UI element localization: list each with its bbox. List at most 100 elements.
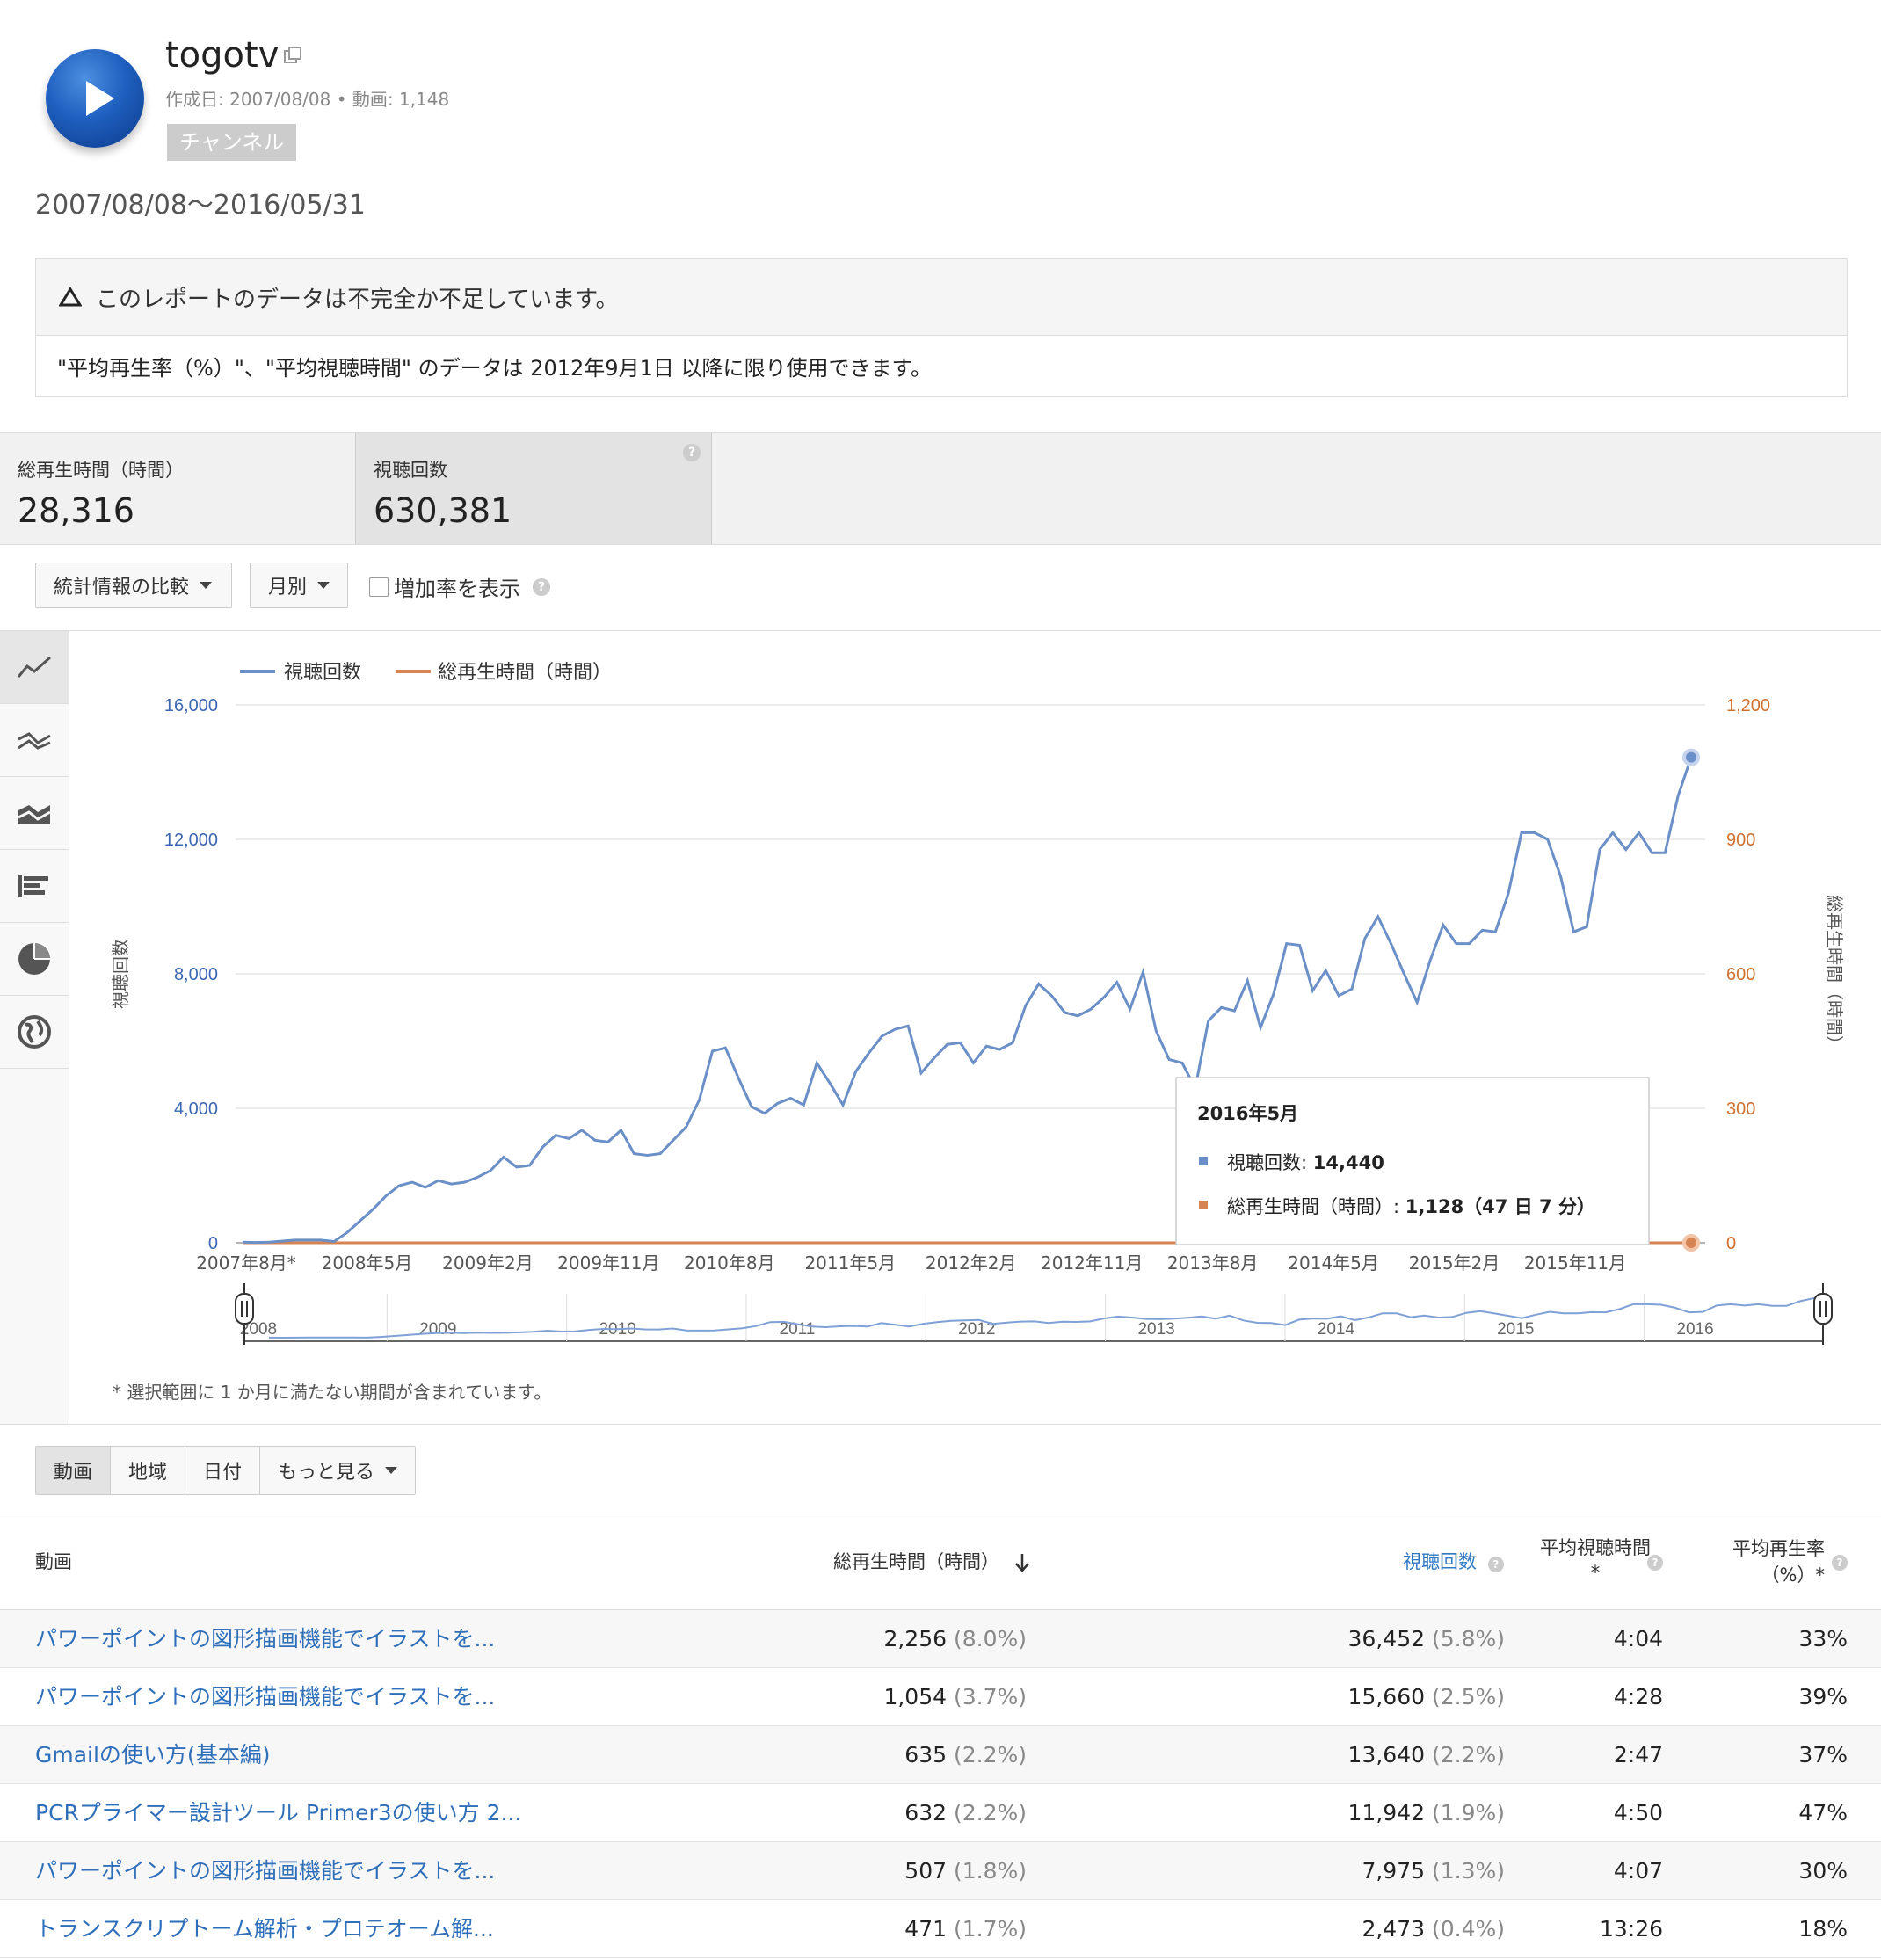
range-handle[interactable] [1813,1293,1833,1325]
y-left-tick-label: 0 [208,1234,218,1253]
tooltip-row: 視聴回数: 14,440 [1227,1152,1384,1173]
chart-tooltip: 2016年5月視聴回数: 14,440 総再生時間（時間）: 1,128（47 日… [1175,1077,1650,1245]
watch-time-cell: 471 (1.7%) [791,1900,1027,1957]
y-right-tick-label: 600 [1726,965,1755,984]
views-cell: 11,942 (1.9%) [1231,1784,1505,1841]
warning-header: このレポートのデータは不完全か不足しています。 [36,259,1847,336]
video-title-link[interactable]: Gmailの使い方(基本編) [35,1726,270,1783]
col-video[interactable]: 動画 [35,1548,72,1574]
x-tick-label: 2015年2月 [1409,1252,1500,1274]
overview-year-label: 2014 [1318,1320,1355,1339]
metric-watch-time[interactable]: 総再生時間（時間） 28,316 [0,433,355,544]
table-row[interactable]: PCRプライマー設計ツール Primer3の使い方 2... 632 (2.2%)… [0,1784,1881,1842]
legend-label: 総再生時間（時間） [438,662,612,684]
channel-name[interactable]: togotv [165,35,279,76]
overview-year-label: 2016 [1676,1320,1713,1339]
y-right-axis-title: 総再生時間（時間） [1824,895,1845,1053]
channel-badge: チャンネル [167,124,297,161]
help-icon[interactable]: ? [1832,1555,1848,1571]
date-range: 2007/08/08〜2016/05/31 [35,190,366,221]
table-body: パワーポイントの図形描画機能でイラストを... 2,256 (8.0%) 36,45… [0,1610,1881,1958]
tooltip-row: 総再生時間（時間）: 1,128（47 日 7 分） [1227,1196,1595,1217]
table-row[interactable]: トランスクリプトーム解析・プロテオーム解... 471 (1.7%) 2,473 (… [0,1900,1881,1958]
help-icon[interactable]: ? [683,444,701,461]
views-value: 13,640 [1347,1742,1426,1768]
y-left-tick-label: 4,000 [174,1100,218,1119]
views-percent: (1.9%) [1431,1800,1505,1826]
line-chart-icon [17,656,51,678]
overview-year-label: 2013 [1137,1320,1174,1339]
x-tick-label: 2007年8月* [196,1252,296,1274]
video-title-link[interactable]: パワーポイントの図形描画機能でイラストを... [35,1610,495,1667]
metric-label: 視聴回数 [374,460,447,481]
table-row[interactable]: パワーポイントの図形描画機能でイラストを... 2,256 (8.0%) 36,45… [0,1610,1881,1668]
views-cell: 15,660 (2.5%) [1231,1668,1505,1725]
video-title-link[interactable]: パワーポイントの図形描画機能でイラストを... [35,1842,495,1899]
multi-line-chart-tool[interactable] [0,704,69,777]
map-chart-tool[interactable] [0,996,69,1069]
play-icon [86,81,114,116]
y-right-tick-label: 1,200 [1726,696,1770,715]
chevron-down-icon [385,1467,398,1474]
video-title-link[interactable]: パワーポイントの図形描画機能でイラストを... [35,1668,495,1725]
watch-time-cell: 632 (2.2%) [791,1784,1027,1841]
analytics-chart[interactable]: 16,000 1,200 12,000 900 8,000 600 4,000 300 0 0 視聴… [69,631,1881,1422]
tooltip-title: 2016年5月 [1197,1103,1298,1124]
metric-views[interactable]: 視聴回数 630,381 ? [355,433,712,544]
tab-geography[interactable]: 地域 [111,1447,186,1494]
tooltip-swatch [1199,1157,1208,1165]
avg-percent-cell: 37% [1798,1742,1848,1768]
col-views[interactable]: 視聴回数 ? [1403,1548,1504,1574]
table-row[interactable]: パワーポイントの図形描画機能でイラストを... 1,054 (3.7%) 15,66… [0,1668,1881,1726]
video-title-link[interactable]: トランスクリプトーム解析・プロテオーム解... [35,1900,494,1957]
col-watch-time[interactable]: 総再生時間（時間） [833,1548,1032,1574]
views-value: 36,452 [1347,1626,1426,1651]
views-percent: (5.8%) [1431,1626,1505,1651]
bar-chart-tool[interactable] [0,850,69,923]
watch-time-value: 635 [904,1742,948,1768]
range-handle[interactable] [235,1293,254,1325]
area-chart-tool[interactable] [0,777,69,850]
period-select[interactable]: 月別 [250,563,348,608]
bar-chart-icon [18,875,48,897]
tab-more-label: もっと見る [278,1462,375,1484]
x-tick-label: 2013年8月 [1167,1252,1259,1274]
tooltip-swatch [1199,1201,1208,1209]
x-tick-label: 2009年2月 [442,1252,534,1274]
help-icon[interactable]: ? [533,577,550,596]
views-cell: 7,975 (1.3%) [1231,1842,1505,1899]
pie-chart-tool[interactable] [0,923,69,996]
views-percent: (0.4%) [1431,1916,1505,1942]
growth-rate-toggle[interactable]: 増加率を表示 ? [369,571,550,602]
tab-more[interactable]: もっと見る [260,1447,416,1494]
compare-metrics-button[interactable]: 統計情報の比較 [35,563,232,608]
data-warning: このレポートのデータは不完全か不足しています。 "平均再生率（%）"、"平均視聴… [35,258,1848,397]
tab-date[interactable]: 日付 [185,1447,261,1494]
col-views-label: 視聴回数 [1403,1551,1477,1572]
help-icon[interactable]: ? [1647,1555,1663,1571]
external-link-icon[interactable] [283,46,302,65]
video-title-link[interactable]: PCRプライマー設計ツール Primer3の使い方 2... [35,1784,521,1841]
col-avg-percent[interactable]: 平均再生率 （%）* [1719,1535,1825,1588]
avg-duration-cell: 2:47 [1613,1742,1663,1768]
chart-footnote: * 選択範囲に 1 か月に満たない期間が含まれています。 [113,1382,552,1403]
last-point-views [1682,748,1700,766]
views-cell: 2,473 (0.4%) [1231,1900,1505,1957]
col-avg-duration-label: 平均視聴時間 [1540,1537,1651,1558]
table-header: 動画 総再生時間（時間） 視聴回数 ? 平均視聴時間 * ? 平均再生率 （%）… [0,1514,1881,1610]
warning-body: "平均再生率（%）"、"平均視聴時間" のデータは 2012年9月1日 以降に限… [57,355,933,381]
sort-down-arrow-icon [1014,1554,1029,1572]
growth-rate-checkbox[interactable] [369,577,389,597]
report-tabs: 動画 地域 日付 もっと見る [35,1446,417,1495]
metric-value: 28,316 [18,491,134,530]
tab-videos[interactable]: 動画 [36,1447,112,1494]
table-row[interactable]: Gmailの使い方(基本編) 635 (2.2%) 13,640 (2.2%) 2:4… [0,1726,1881,1784]
help-icon[interactable]: ? [1487,1557,1504,1572]
x-tick-label: 2014年5月 [1288,1252,1379,1274]
line-chart-tool[interactable] [0,631,69,704]
warning-title: このレポートのデータは不完全か不足しています。 [96,286,619,313]
x-tick-label: 2012年11月 [1041,1252,1143,1274]
table-row[interactable]: パワーポイントの図形描画機能でイラストを... 507 (1.8%) 7,975 (… [0,1842,1881,1900]
views-value: 15,660 [1347,1684,1426,1710]
watch-time-percent: (1.7%) [953,1916,1027,1942]
